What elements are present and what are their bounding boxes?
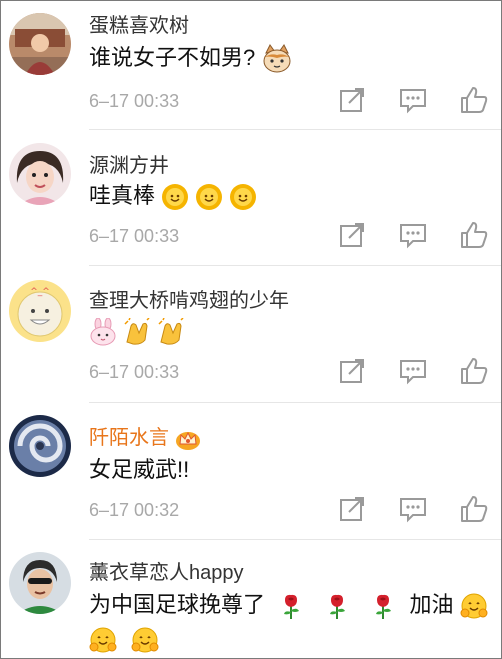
avatar[interactable] bbox=[9, 552, 71, 614]
repost-icon[interactable] bbox=[337, 85, 367, 115]
repost-icon[interactable] bbox=[337, 494, 367, 524]
rose-icon bbox=[323, 592, 351, 620]
timestamp: 6–17 00:32 bbox=[89, 500, 180, 520]
comment-text: 女足威武!! bbox=[89, 457, 190, 482]
rose-icon bbox=[277, 592, 305, 620]
comment-text: 哇真棒 bbox=[89, 181, 257, 211]
like-icon[interactable] bbox=[459, 494, 489, 524]
cat-face-icon bbox=[261, 43, 293, 75]
repost-icon[interactable] bbox=[337, 220, 367, 250]
comment-text: 为中国足球挽尊了 加油 bbox=[89, 590, 488, 620]
clapping-hands-icon bbox=[157, 318, 185, 346]
timestamp: 6–17 00:33 bbox=[89, 362, 180, 382]
username-text: 阡陌水言 bbox=[89, 427, 169, 449]
comment-text bbox=[89, 316, 185, 346]
crown-badge-icon bbox=[175, 428, 201, 450]
hugging-face-icon bbox=[89, 626, 117, 654]
avatar[interactable] bbox=[9, 143, 71, 205]
avatar[interactable] bbox=[9, 415, 71, 477]
comment-icon[interactable] bbox=[398, 356, 428, 386]
comment-item: ^_^ 查理大桥啃鸡翅的少年 6–17 00:33 bbox=[1, 266, 501, 403]
comment-item: 阡陌水言 女足威武!! 6–17 00:32 bbox=[1, 403, 501, 540]
divider bbox=[89, 129, 501, 130]
comment-text-content: 为中国足球挽尊了 bbox=[89, 592, 266, 617]
comment-icon[interactable] bbox=[398, 494, 428, 524]
comment-list: 蛋糕喜欢树 谁说女子不如男? 6–17 00:33 源渊方井 哇真棒 6–17 … bbox=[0, 0, 502, 659]
username[interactable]: 阡陌水言 bbox=[89, 421, 201, 450]
repost-icon[interactable] bbox=[337, 356, 367, 386]
username[interactable]: 源渊方井 bbox=[89, 149, 169, 178]
smiling-sun-icon bbox=[195, 183, 223, 211]
username[interactable]: 蛋糕喜欢树 bbox=[89, 9, 189, 38]
timestamp: 6–17 00:33 bbox=[89, 91, 180, 111]
comment-text-line2 bbox=[89, 624, 159, 654]
like-icon[interactable] bbox=[459, 85, 489, 115]
like-icon[interactable] bbox=[459, 356, 489, 386]
comment-item: 蛋糕喜欢树 谁说女子不如男? 6–17 00:33 bbox=[1, 1, 501, 131]
comment-icon[interactable] bbox=[398, 220, 428, 250]
avatar[interactable]: ^_^ bbox=[9, 280, 71, 342]
hugging-face-icon bbox=[131, 626, 159, 654]
comment-text-content: 谁说女子不如男? bbox=[89, 45, 256, 70]
hugging-face-icon bbox=[460, 592, 488, 620]
rose-icon bbox=[369, 592, 397, 620]
comment-text-content: 哇真棒 bbox=[89, 183, 156, 208]
like-icon[interactable] bbox=[459, 220, 489, 250]
comment-text: 谁说女子不如男? bbox=[89, 43, 293, 75]
avatar[interactable] bbox=[9, 13, 71, 75]
username[interactable]: 薰衣草恋人happy bbox=[89, 556, 244, 585]
comment-text-cheer: 加油 bbox=[409, 592, 454, 617]
comment-item: 源渊方井 哇真棒 6–17 00:33 bbox=[1, 131, 501, 266]
timestamp: 6–17 00:33 bbox=[89, 226, 180, 246]
smiling-sun-icon bbox=[229, 183, 257, 211]
svg-text:^_^: ^_^ bbox=[30, 287, 50, 297]
comment-icon[interactable] bbox=[398, 85, 428, 115]
comment-item: 薰衣草恋人happy 为中国足球挽尊了 加油 bbox=[1, 540, 501, 658]
bunny-face-icon bbox=[89, 318, 117, 346]
username[interactable]: 查理大桥啃鸡翅的少年 bbox=[89, 284, 289, 313]
smiling-sun-icon bbox=[161, 183, 189, 211]
clapping-hands-icon bbox=[123, 318, 151, 346]
